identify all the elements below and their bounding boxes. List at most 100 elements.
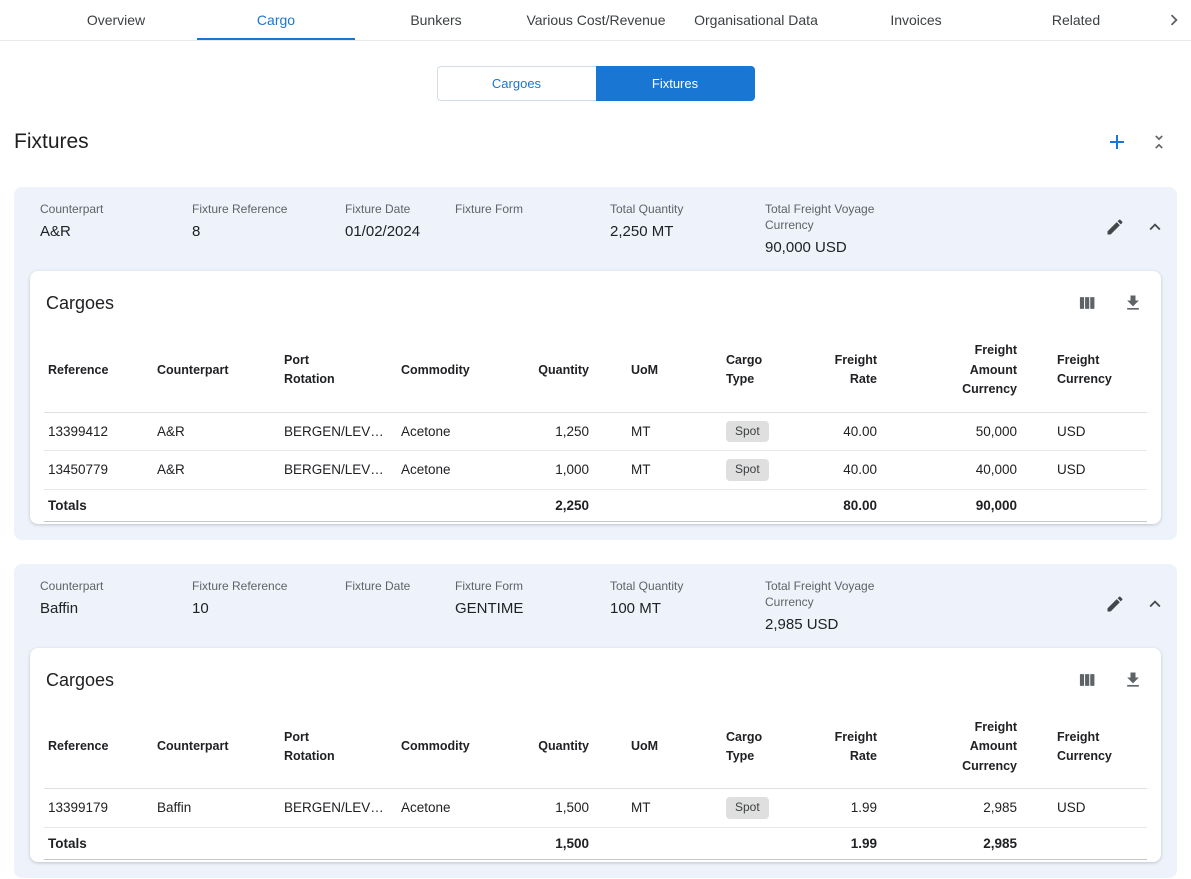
field-label: Fixture Reference bbox=[192, 201, 314, 217]
field-value: 10 bbox=[192, 600, 335, 618]
totals-freight-amount: 2,985 bbox=[887, 827, 1027, 859]
field-value bbox=[345, 600, 445, 618]
field-label: Fixture Form bbox=[455, 201, 577, 217]
cargoes-header: Cargoes bbox=[44, 283, 1147, 329]
toggle-fixtures-button[interactable]: Fixtures bbox=[596, 66, 755, 101]
column-header-commodity: Commodity bbox=[401, 329, 531, 412]
nav-tab-bunkers[interactable]: Bunkers bbox=[356, 0, 516, 40]
download-button[interactable] bbox=[1121, 291, 1145, 315]
column-header-counterpart: Counterpart bbox=[157, 706, 284, 789]
totals-label: Totals bbox=[44, 489, 157, 521]
field-value: 90,000 USD bbox=[765, 239, 945, 257]
column-header-freight-currency: Freight Currency bbox=[1027, 706, 1147, 789]
edit-fixture-button[interactable] bbox=[1103, 592, 1127, 616]
download-button[interactable] bbox=[1121, 668, 1145, 692]
field-value: Baffin bbox=[40, 600, 182, 618]
cell-uom: MT bbox=[599, 789, 724, 828]
field-label: Total Freight Voyage Currency bbox=[765, 578, 887, 610]
table-header-row: Reference Counterpart Port Rotation Comm… bbox=[44, 706, 1147, 789]
field-value bbox=[455, 223, 600, 241]
cell-reference: 13399179 bbox=[44, 789, 157, 828]
column-header-cargo-type: Cargo Type bbox=[724, 706, 799, 789]
page-actions bbox=[1105, 130, 1171, 154]
cell-freight-amount: 2,985 bbox=[887, 789, 1027, 828]
add-fixture-button[interactable] bbox=[1105, 130, 1129, 154]
column-header-quantity: Quantity bbox=[531, 329, 599, 412]
totals-row: Totals 1,500 1.99 2,985 bbox=[44, 827, 1147, 859]
column-settings-button[interactable] bbox=[1075, 668, 1099, 692]
totals-quantity: 1,500 bbox=[531, 827, 599, 859]
field-fixture-form: Fixture Form GENTIME bbox=[455, 578, 610, 634]
field-label: Counterpart bbox=[40, 578, 162, 594]
cell-quantity: 1,500 bbox=[531, 789, 599, 828]
edit-fixture-button[interactable] bbox=[1103, 215, 1127, 239]
nav-tab-organisational-data[interactable]: Organisational Data bbox=[676, 0, 836, 40]
field-fixture-date: Fixture Date bbox=[345, 578, 455, 634]
cell-port-rotation: BERGEN/LEV… bbox=[284, 412, 401, 451]
cell-port-rotation: BERGEN/LEV… bbox=[284, 451, 401, 490]
column-header-reference: Reference bbox=[44, 706, 157, 789]
table-row[interactable]: 13450779 A&R BERGEN/LEV… Acetone 1,000 M… bbox=[44, 451, 1147, 490]
collapse-fixture-button[interactable] bbox=[1143, 215, 1167, 239]
nav-tab-various-cost-revenue[interactable]: Various Cost/Revenue bbox=[516, 0, 676, 40]
nav-tab-overview[interactable]: Overview bbox=[36, 0, 196, 40]
totals-freight-amount: 90,000 bbox=[887, 489, 1027, 521]
cell-freight-currency: USD bbox=[1027, 451, 1147, 490]
cell-freight-currency: USD bbox=[1027, 412, 1147, 451]
top-navigation: Overview Cargo Bunkers Various Cost/Reve… bbox=[0, 0, 1191, 41]
nav-scroll-right-button[interactable] bbox=[1157, 0, 1191, 40]
field-label: Total Quantity bbox=[610, 201, 732, 217]
collapse-fixture-button[interactable] bbox=[1143, 592, 1167, 616]
column-header-reference: Reference bbox=[44, 329, 157, 412]
view-toggle: Cargoes Fixtures bbox=[0, 66, 1191, 101]
totals-freight-rate: 1.99 bbox=[799, 827, 887, 859]
totals-row: Totals 2,250 80.00 90,000 bbox=[44, 489, 1147, 521]
cargoes-card: Cargoes Reference Counterpart Port Rotat… bbox=[30, 648, 1161, 862]
nav-tab-cargo[interactable]: Cargo bbox=[196, 0, 356, 40]
cell-freight-rate: 40.00 bbox=[799, 451, 887, 490]
field-total-freight: Total Freight Voyage Currency 90,000 USD bbox=[765, 201, 955, 257]
field-fixture-reference: Fixture Reference 8 bbox=[192, 201, 345, 257]
field-counterpart: Counterpart A&R bbox=[40, 201, 192, 257]
totals-quantity: 2,250 bbox=[531, 489, 599, 521]
column-header-freight-currency: Freight Currency bbox=[1027, 329, 1147, 412]
column-header-commodity: Commodity bbox=[401, 706, 531, 789]
table-row[interactable]: 13399412 A&R BERGEN/LEV… Acetone 1,250 M… bbox=[44, 412, 1147, 451]
toggle-cargoes-button[interactable]: Cargoes bbox=[437, 66, 596, 101]
cargoes-title: Cargoes bbox=[46, 670, 114, 691]
pencil-icon bbox=[1105, 594, 1125, 614]
download-icon bbox=[1123, 293, 1143, 313]
table-row[interactable]: 13399179 Baffin BERGEN/LEV… Acetone 1,50… bbox=[44, 789, 1147, 828]
field-label: Fixture Reference bbox=[192, 578, 314, 594]
nav-tab-invoices[interactable]: Invoices bbox=[836, 0, 996, 40]
cargo-type-badge: Spot bbox=[726, 797, 769, 819]
cell-uom: MT bbox=[599, 412, 724, 451]
cell-port-rotation: BERGEN/LEV… bbox=[284, 789, 401, 828]
field-label: Fixture Date bbox=[345, 578, 445, 594]
chevron-right-icon bbox=[1163, 9, 1185, 31]
field-total-quantity: Total Quantity 100 MT bbox=[610, 578, 765, 634]
field-fixture-reference: Fixture Reference 10 bbox=[192, 578, 345, 634]
fixture-header: Counterpart Baffin Fixture Reference 10 … bbox=[30, 578, 1161, 648]
field-label: Fixture Date bbox=[345, 201, 445, 217]
nav-tab-related[interactable]: Related bbox=[996, 0, 1156, 40]
column-header-port-rotation: Port Rotation bbox=[284, 706, 401, 789]
cell-freight-rate: 1.99 bbox=[799, 789, 887, 828]
cell-quantity: 1,000 bbox=[531, 451, 599, 490]
table-header-row: Reference Counterpart Port Rotation Comm… bbox=[44, 329, 1147, 412]
collapse-all-button[interactable] bbox=[1147, 130, 1171, 154]
cell-cargo-type: Spot bbox=[724, 451, 799, 490]
page-title: Fixtures bbox=[14, 130, 89, 154]
fixture-card: Counterpart Baffin Fixture Reference 10 … bbox=[14, 564, 1177, 878]
fixture-actions bbox=[1103, 592, 1167, 616]
column-settings-button[interactable] bbox=[1075, 291, 1099, 315]
cargo-type-badge: Spot bbox=[726, 459, 769, 481]
field-counterpart: Counterpart Baffin bbox=[40, 578, 192, 634]
cell-reference: 13450779 bbox=[44, 451, 157, 490]
field-label: Total Quantity bbox=[610, 578, 732, 594]
cargo-type-badge: Spot bbox=[726, 421, 769, 443]
plus-icon bbox=[1105, 130, 1129, 154]
unfold-less-icon bbox=[1149, 132, 1169, 152]
field-value: 01/02/2024 bbox=[345, 223, 445, 241]
fixture-actions bbox=[1103, 215, 1167, 239]
